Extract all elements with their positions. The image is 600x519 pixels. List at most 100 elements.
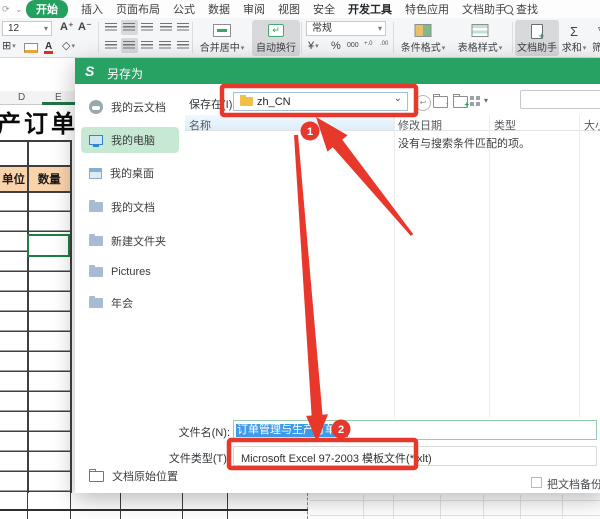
- grid-line: [363, 495, 364, 519]
- column-header-date-modified[interactable]: 修改日期: [398, 117, 442, 133]
- file-name-selected-text: 订单管理与生产订单表: [236, 424, 348, 437]
- distribute-icon[interactable]: [175, 38, 192, 53]
- dialog-title: 另存为: [107, 65, 143, 82]
- sidebar-item-new-folder[interactable]: 新建文件夹: [81, 228, 179, 254]
- align-right-icon[interactable]: [139, 38, 156, 53]
- increase-decimal-icon[interactable]: +.0: [364, 41, 373, 47]
- sidebar-item-annual-meeting[interactable]: 年会: [81, 290, 179, 316]
- sidebar-item-cloud-docs[interactable]: 我的云文档: [81, 94, 179, 120]
- align-bottom-icon[interactable]: [139, 20, 156, 35]
- number-format-combo[interactable]: 常规: [306, 21, 386, 36]
- save-in-label: 保存在(I):: [189, 96, 235, 112]
- chevron-down-icon[interactable]: ▾: [484, 96, 488, 105]
- increase-font-icon[interactable]: A⁺: [60, 20, 74, 34]
- new-folder-button[interactable]: +: [453, 96, 468, 108]
- file-search-input[interactable]: [520, 90, 600, 109]
- font-size-combo[interactable]: 12: [2, 21, 52, 36]
- column-header-type[interactable]: 类型: [494, 117, 516, 133]
- align-center-icon[interactable]: [121, 38, 138, 53]
- tab-data[interactable]: 数据: [208, 1, 230, 17]
- wrap-text-icon: [268, 24, 284, 37]
- sidebar-item-my-computer[interactable]: 我的电脑: [81, 127, 179, 153]
- filter-label: 筛选: [590, 39, 600, 54]
- save-location-value: zh_CN: [257, 96, 291, 108]
- view-mode-button[interactable]: [470, 96, 480, 106]
- file-name-input[interactable]: 订单管理与生产订单表: [233, 420, 597, 440]
- sidebar-item-pictures[interactable]: Pictures: [81, 259, 179, 285]
- tab-formulas[interactable]: 公式: [173, 1, 195, 17]
- fill-color-icon[interactable]: [24, 43, 38, 53]
- tab-doc-assistant[interactable]: 文档助手: [462, 1, 506, 17]
- wps-logo: S: [85, 63, 94, 79]
- folder-icon: [89, 202, 103, 212]
- save-as-dialog: S 另存为 我的云文档 我的电脑 我的桌面 我的文档 新建文件夹 Picture…: [75, 58, 600, 493]
- merge-center-icon: [213, 24, 231, 37]
- align-top-icon[interactable]: [103, 20, 120, 35]
- tab-special-features[interactable]: 特色应用: [405, 1, 449, 17]
- borders-icon[interactable]: ⊞: [2, 39, 16, 54]
- justify-icon[interactable]: [157, 38, 174, 53]
- sidebar-item-label: 年会: [111, 295, 133, 311]
- tab-view[interactable]: 视图: [278, 1, 300, 17]
- column-headers[interactable]: D E: [0, 91, 75, 105]
- doc-assistant-icon: [531, 24, 543, 39]
- folder-icon: [240, 97, 253, 106]
- header-cell-unit[interactable]: 单位: [0, 167, 27, 191]
- table-style-button[interactable]: 表格样式: [452, 20, 508, 56]
- decrease-decimal-icon[interactable]: .00: [380, 41, 388, 47]
- doc-assistant-button[interactable]: 文档助手: [515, 20, 559, 56]
- sidebar-item-label: 我的文档: [111, 199, 155, 215]
- font-color-icon[interactable]: A: [44, 42, 53, 54]
- decrease-indent-icon[interactable]: [158, 20, 175, 35]
- thousands-separator-icon[interactable]: 000: [347, 39, 359, 53]
- ribbon-divider: [98, 22, 99, 53]
- dialog-title-bar[interactable]: S 另存为: [75, 58, 600, 84]
- chevron-down-icon[interactable]: ⌄: [15, 0, 23, 18]
- decrease-font-icon[interactable]: A⁻: [78, 20, 92, 34]
- selected-cell[interactable]: [27, 234, 70, 257]
- sidebar-item-my-documents[interactable]: 我的文档: [81, 194, 179, 220]
- desktop-icon: [89, 168, 102, 179]
- file-type-value: Microsoft Excel 97-2003 模板文件(*.xlt): [241, 450, 432, 466]
- grid-line: [483, 495, 484, 519]
- sum-label: 求和: [560, 39, 588, 54]
- filter-button[interactable]: ▽ 筛选: [590, 20, 600, 56]
- percent-icon[interactable]: %: [331, 39, 341, 53]
- align-middle-icon[interactable]: [121, 20, 138, 35]
- merge-center-button[interactable]: 合并居中: [196, 20, 248, 56]
- sum-button[interactable]: Σ 求和: [560, 20, 588, 56]
- back-button[interactable]: ↩: [415, 95, 431, 111]
- file-type-label: 文件类型(T):: [130, 450, 230, 466]
- column-header-name[interactable]: 名称: [189, 117, 211, 133]
- align-left-icon[interactable]: [103, 38, 120, 53]
- file-type-dropdown[interactable]: Microsoft Excel 97-2003 模板文件(*.xlt): [233, 446, 597, 466]
- header-cell-quantity[interactable]: 数量: [29, 167, 71, 191]
- tab-home[interactable]: 开始: [26, 0, 68, 19]
- backup-checkbox[interactable]: [531, 477, 542, 488]
- up-one-level-button[interactable]: ↑: [433, 96, 448, 108]
- worksheet-grid[interactable]: 单位 数量: [0, 140, 75, 519]
- undo-icon[interactable]: ⟳: [2, 0, 10, 18]
- tab-security[interactable]: 安全: [313, 1, 335, 17]
- clear-format-icon[interactable]: ◇: [62, 39, 75, 54]
- find-button[interactable]: 查找: [504, 0, 538, 18]
- folder-outline-icon: [89, 471, 104, 482]
- save-location-dropdown[interactable]: zh_CN: [233, 92, 408, 111]
- screenshot-root: { "app": { "tabs": ["开始","插入","页面布局","公式…: [0, 0, 600, 519]
- tab-page-layout[interactable]: 页面布局: [116, 1, 160, 17]
- sidebar-item-label: 新建文件夹: [111, 233, 166, 249]
- column-separator: [579, 115, 580, 418]
- column-header-size[interactable]: 大小: [584, 117, 600, 133]
- sidebar-item-my-desktop[interactable]: 我的桌面: [81, 160, 179, 186]
- wrap-text-button[interactable]: 自动换行: [252, 20, 300, 56]
- sidebar-item-original-location[interactable]: 文档原始位置: [81, 463, 179, 489]
- ribbon-tabs: 开始 插入 页面布局 公式 数据 审阅 视图 安全 开发工具 特色应用 文档助手: [26, 0, 506, 18]
- increase-indent-icon[interactable]: [175, 20, 192, 35]
- conditional-format-button[interactable]: 条件格式: [396, 20, 450, 56]
- tab-dev-tools[interactable]: 开发工具: [348, 1, 392, 17]
- currency-icon[interactable]: ¥: [308, 39, 319, 54]
- column-header-d[interactable]: D: [18, 92, 25, 103]
- tab-review[interactable]: 审阅: [243, 1, 265, 17]
- tab-insert[interactable]: 插入: [81, 1, 103, 17]
- ribbon-divider: [512, 22, 513, 53]
